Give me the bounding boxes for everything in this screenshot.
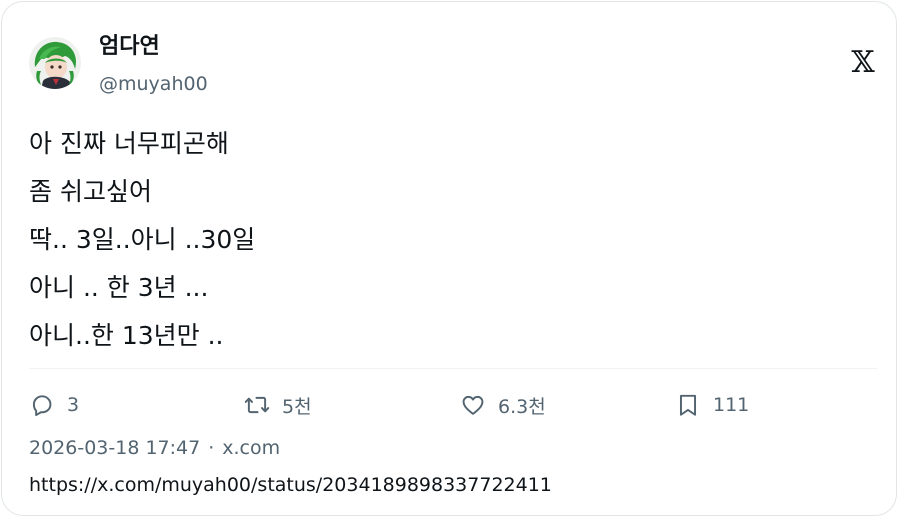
reply-icon [32,395,52,417]
meta-separator: · [208,437,215,459]
tweet-line: 아니 .. 한 3년 ... [29,273,209,302]
reply-count: 3 [67,394,80,416]
author-display-name[interactable]: 엄다연 [99,32,160,62]
author-handle[interactable]: @muyah00 [99,70,208,98]
timestamp[interactable]: 2026-03-18 17:47 [29,437,200,459]
retweet-icon [244,396,270,414]
tweet-meta: 2026-03-18 17:47 · x.com [29,434,280,462]
divider [29,368,877,369]
tweet-line: 좀 쉬고싶어 [29,177,152,206]
bookmark-button[interactable]: 111 [675,390,749,420]
bookmark-icon [679,394,697,416]
x-logo-icon[interactable]: 𝕏 [848,46,878,80]
like-count: 6.3천 [498,395,546,418]
retweet-button[interactable]: 5천 [244,390,312,420]
retweet-count: 5천 [282,395,312,418]
tweet-url[interactable]: https://x.com/muyah00/status/20341898983… [29,471,552,499]
tweet-line: 아니..한 13년만 .. [29,321,224,350]
like-button[interactable]: 6.3천 [460,390,546,420]
avatar[interactable] [29,37,81,89]
tweet-card: 엄다연 @muyah00 𝕏 아 진짜 너무피곤해 좀 쉬고싶어 딱.. 3일.… [1,1,897,516]
reply-button[interactable]: 3 [29,390,79,420]
bookmark-count: 111 [713,394,750,416]
heart-icon [462,395,484,415]
avatar-image [29,37,81,89]
tweet-line: 딱.. 3일..아니 ..30일 [29,225,256,254]
source[interactable]: x.com [222,437,280,459]
tweet-text: 아 진짜 너무피곤해 좀 쉬고싶어 딱.. 3일..아니 ..30일 아니 ..… [29,120,869,360]
tweet-line: 아 진짜 너무피곤해 [29,129,229,158]
